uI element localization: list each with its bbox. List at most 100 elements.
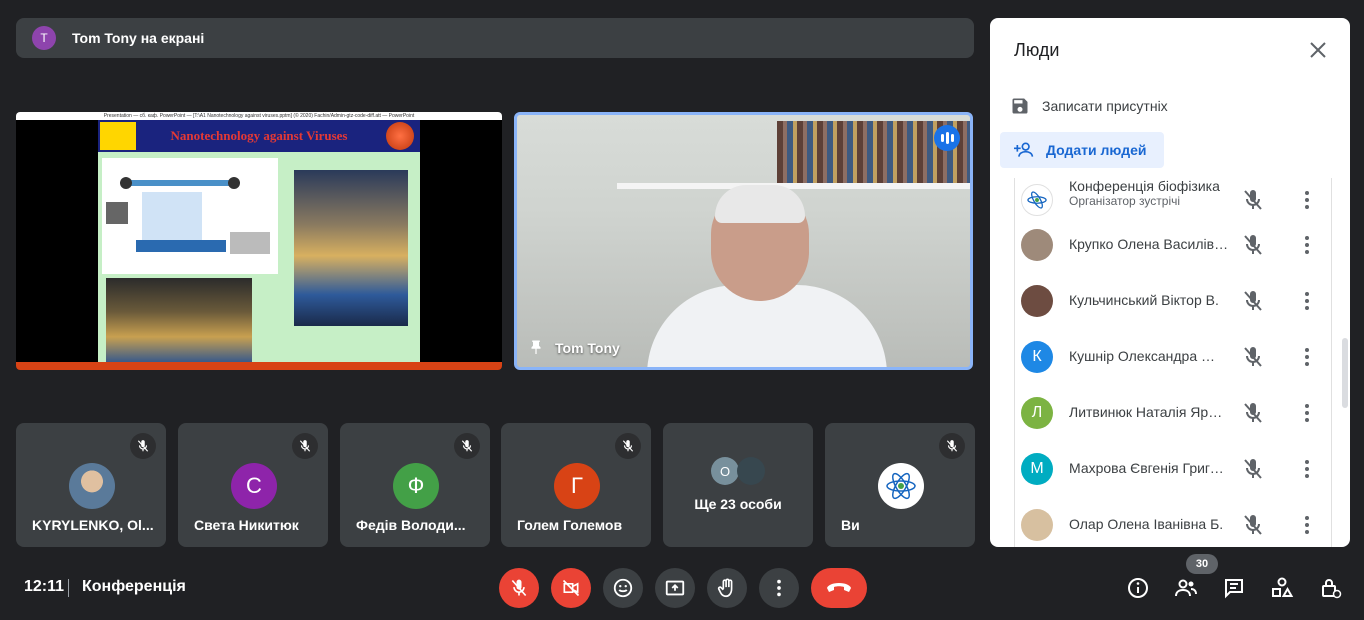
more-vert-icon[interactable] bbox=[1295, 457, 1319, 481]
people-list[interactable]: Конференція біофізика Організатор зустрі… bbox=[1014, 178, 1332, 547]
participant-tile[interactable]: Ф Федів Володи... bbox=[340, 423, 490, 547]
participant-name: Федів Володи... bbox=[356, 517, 466, 533]
presenter-avatar: T bbox=[32, 26, 56, 50]
participant-tile[interactable]: KYRYLENKO, Ol... bbox=[16, 423, 166, 547]
taskbar bbox=[16, 362, 502, 370]
presenting-banner: T Tom Tony на екрані bbox=[16, 18, 974, 58]
shelf-image bbox=[617, 183, 970, 189]
people-count-badge: 30 bbox=[1186, 554, 1218, 574]
more-vert-icon[interactable] bbox=[1295, 289, 1319, 313]
raise-hand-button[interactable] bbox=[707, 568, 747, 608]
camera-toggle-button[interactable] bbox=[551, 568, 591, 608]
lion-logo-icon bbox=[100, 122, 136, 150]
mic-off-icon bbox=[292, 433, 318, 459]
slide-title: Nanotechnology against Viruses bbox=[170, 128, 348, 143]
list-item[interactable]: М Махрова Євгенія Григорівна bbox=[1015, 441, 1331, 497]
hand-icon bbox=[717, 578, 733, 598]
save-icon bbox=[1012, 98, 1028, 114]
more-options-button[interactable] bbox=[759, 568, 799, 608]
more-participants-label: Ще 23 особи bbox=[694, 496, 782, 512]
participant-tile[interactable]: Г Голем Големов bbox=[501, 423, 651, 547]
list-item[interactable]: Крупко Олена Василівна bbox=[1015, 217, 1331, 273]
participant-name: Света Никитюк bbox=[194, 517, 299, 533]
person-name: Махрова Євгенія Григорівна bbox=[1069, 460, 1229, 476]
leave-call-button[interactable] bbox=[811, 568, 867, 608]
slide-header: Nanotechnology against Viruses bbox=[98, 120, 420, 152]
list-item[interactable]: Олар Олена Іванівна Б. bbox=[1015, 497, 1331, 547]
participant-name: Голем Големов bbox=[517, 517, 623, 533]
mic-off-icon bbox=[615, 433, 641, 459]
mic-off-icon bbox=[1241, 457, 1265, 481]
slide: Nanotechnology against Viruses bbox=[98, 120, 420, 362]
add-people-label: Додати людей bbox=[1046, 142, 1147, 158]
organizer-logo-avatar bbox=[1021, 184, 1053, 216]
more-vert-icon[interactable] bbox=[1295, 345, 1319, 369]
person-role: Організатор зустрічі bbox=[1069, 194, 1181, 208]
person-name: Кушнір Олександра Юріївна bbox=[1069, 348, 1229, 364]
record-attendance-button[interactable]: Записати присутніх bbox=[1010, 96, 1168, 116]
atom-logo-avatar bbox=[878, 463, 924, 509]
clock: 12:11 bbox=[24, 578, 65, 595]
reactions-button[interactable] bbox=[603, 568, 643, 608]
chat-icon[interactable] bbox=[1220, 574, 1248, 602]
person-avatar: К bbox=[1021, 341, 1053, 373]
call-end-icon bbox=[827, 583, 851, 592]
mic-off-icon bbox=[1241, 233, 1265, 257]
participant-name: KYRYLENKO, Ol... bbox=[32, 517, 154, 533]
self-tile[interactable]: Ви bbox=[825, 423, 975, 547]
add-people-button[interactable]: Додати людей bbox=[1000, 132, 1164, 168]
present-button[interactable] bbox=[655, 568, 695, 608]
close-icon[interactable] bbox=[1306, 38, 1330, 62]
activities-icon[interactable] bbox=[1268, 574, 1296, 602]
record-attendance-label: Записати присутніх bbox=[1042, 98, 1168, 114]
round-logo-icon bbox=[386, 122, 414, 150]
mic-off-icon bbox=[511, 579, 527, 597]
more-vert-icon bbox=[777, 579, 781, 597]
speaker-name-label: Tom Tony bbox=[555, 340, 620, 356]
host-controls-lock-icon[interactable] bbox=[1316, 574, 1344, 602]
speaker-name: Tom Tony bbox=[527, 339, 620, 357]
mic-toggle-button[interactable] bbox=[499, 568, 539, 608]
videocam-off-icon bbox=[562, 579, 580, 597]
more-vert-icon[interactable] bbox=[1295, 513, 1319, 537]
more-vert-icon[interactable] bbox=[1295, 188, 1319, 212]
participant-tile[interactable]: С Света Никитюк bbox=[178, 423, 328, 547]
pin-icon[interactable] bbox=[527, 339, 545, 357]
mic-off-icon bbox=[1241, 188, 1265, 212]
participant-avatar: О bbox=[711, 457, 739, 485]
person-name: Крупко Олена Василівна bbox=[1069, 236, 1229, 252]
person-avatar: Л bbox=[1021, 397, 1053, 429]
emoji-icon bbox=[613, 578, 633, 598]
person-name: Кульчинський Віктор В. bbox=[1069, 292, 1219, 308]
divider bbox=[68, 579, 69, 597]
mic-off-icon bbox=[939, 433, 965, 459]
speaking-indicator-icon bbox=[934, 125, 960, 151]
person-avatar bbox=[1021, 509, 1053, 541]
present-to-all-icon bbox=[665, 580, 685, 596]
more-participants-tile[interactable]: О Ще 23 особи bbox=[663, 423, 813, 547]
add-person-icon bbox=[1014, 142, 1034, 157]
list-item[interactable]: Кульчинський Віктор В. bbox=[1015, 273, 1331, 329]
person-avatar: М bbox=[1021, 453, 1053, 485]
machine-photo-image bbox=[106, 278, 252, 362]
more-vert-icon[interactable] bbox=[1295, 233, 1319, 257]
list-item[interactable]: Л Литвинюк Наталія Ярославівна bbox=[1015, 385, 1331, 441]
electrospinning-diagram-image bbox=[102, 158, 278, 274]
info-icon[interactable] bbox=[1124, 574, 1152, 602]
presentation-tile[interactable]: Presentation — сб. каф. PowerPoint — [T:… bbox=[16, 112, 502, 370]
participant-avatar bbox=[737, 457, 765, 485]
powerpoint-titlebar: Presentation — сб. каф. PowerPoint — [T:… bbox=[16, 112, 502, 120]
scrollbar[interactable] bbox=[1342, 338, 1348, 408]
list-item[interactable]: К Кушнір Олександра Юріївна bbox=[1015, 329, 1331, 385]
more-vert-icon[interactable] bbox=[1295, 401, 1319, 425]
panel-title: Люди bbox=[1014, 40, 1060, 60]
meeting-name: Конференція bbox=[82, 578, 186, 595]
mic-off-icon bbox=[1241, 513, 1265, 537]
speaker-tile[interactable]: Tom Tony bbox=[514, 112, 973, 370]
participant-avatar: С bbox=[231, 463, 277, 509]
mic-off-icon bbox=[1241, 401, 1265, 425]
person-avatar bbox=[1021, 229, 1053, 261]
people-icon[interactable] bbox=[1172, 574, 1200, 602]
person-name: Литвинюк Наталія Ярославівна bbox=[1069, 404, 1229, 420]
mic-off-icon bbox=[1241, 345, 1265, 369]
